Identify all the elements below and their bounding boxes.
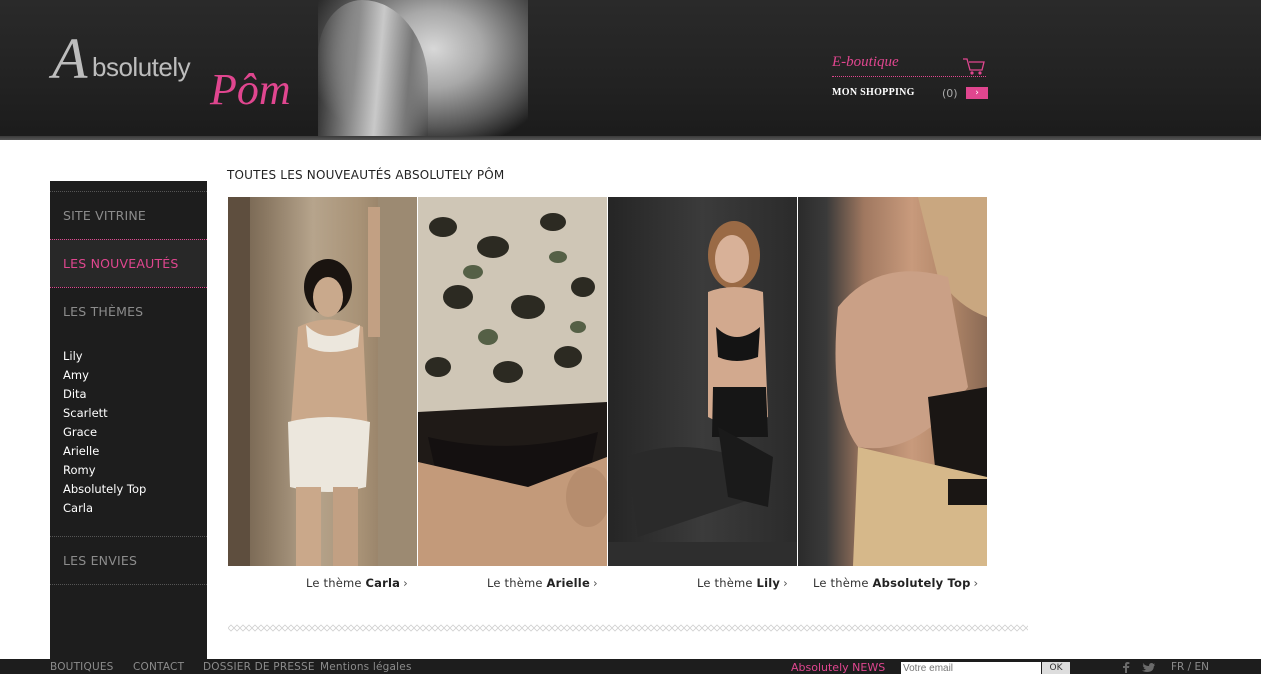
theme-link-absolutely-top[interactable]: Absolutely Top	[63, 480, 146, 499]
sidebar-divider	[50, 584, 207, 585]
caption-theme-name: Carla	[365, 576, 401, 590]
theme-link-scarlett[interactable]: Scarlett	[63, 404, 146, 423]
sidebar-active-divider	[50, 287, 207, 288]
caption-theme-name: Lily	[756, 576, 781, 590]
eboutique-divider	[832, 76, 986, 77]
lily-photo-illustration	[608, 221, 797, 566]
mon-shopping-label[interactable]: MON SHOPPING	[832, 87, 915, 98]
chevron-right-icon: ›	[592, 576, 598, 590]
theme-photo-carla[interactable]	[228, 197, 417, 566]
theme-caption-arielle[interactable]: Le thème Arielle ›	[487, 576, 598, 590]
sidebar: SITE VITRINE LES NOUVEAUTÉS LES THÈMES L…	[50, 181, 207, 659]
facebook-icon[interactable]	[1121, 661, 1131, 673]
caption-prefix: Le thème	[697, 576, 753, 590]
footer-link-contact[interactable]: CONTACT	[133, 661, 184, 673]
decorative-divider	[228, 624, 1028, 632]
logo[interactable]: A bsolutely Pôm	[52, 26, 322, 114]
theme-link-grace[interactable]: Grace	[63, 423, 146, 442]
caption-prefix: Le thème	[487, 576, 543, 590]
caption-theme-name: Absolutely Top	[872, 576, 971, 590]
sidebar-divider	[50, 191, 207, 192]
theme-link-dita[interactable]: Dita	[63, 385, 146, 404]
footer-link-boutiques[interactable]: BOUTIQUES	[50, 661, 114, 673]
cart-icon[interactable]	[962, 56, 986, 76]
header-model-hair	[318, 0, 428, 140]
logo-word-pom: Pôm	[210, 65, 291, 114]
newsletter-email-input[interactable]	[901, 662, 1041, 674]
caption-prefix: Le thème	[813, 576, 869, 590]
theme-photo-absolutely-top[interactable]	[798, 197, 987, 566]
header-model-photo	[318, 0, 528, 140]
chevron-right-icon: ›	[973, 576, 979, 590]
twitter-icon[interactable]	[1141, 661, 1155, 673]
sidebar-active-divider	[50, 239, 207, 240]
theme-link-romy[interactable]: Romy	[63, 461, 146, 480]
footer-link-mentions-legales[interactable]: Mentions légales	[320, 661, 412, 673]
eboutique-panel: E-boutique MON SHOPPING (0) ›	[832, 54, 988, 100]
footer-link-dossier-de-presse[interactable]: DOSSIER DE PRESSE	[203, 661, 315, 673]
logo-initial: A	[52, 26, 88, 91]
caption-theme-name: Arielle	[546, 576, 590, 590]
arielle-photo-illustration	[418, 197, 607, 566]
sidebar-item-les-nouveautes[interactable]: LES NOUVEAUTÉS	[63, 256, 179, 271]
theme-list: Lily Amy Dita Scarlett Grace Arielle Rom…	[63, 347, 146, 518]
carla-photo-illustration	[228, 197, 417, 566]
sidebar-item-site-vitrine[interactable]: SITE VITRINE	[63, 208, 146, 223]
theme-caption-lily[interactable]: Le thème Lily ›	[697, 576, 788, 590]
header: A bsolutely Pôm E-boutique MON SHOPPING …	[0, 0, 1261, 140]
theme-link-arielle[interactable]: Arielle	[63, 442, 146, 461]
cart-count: (0)	[942, 87, 958, 100]
theme-link-lily[interactable]: Lily	[63, 347, 146, 366]
page-title: TOUTES LES NOUVEAUTÉS ABSOLUTELY PÔM	[227, 168, 505, 182]
logo-word-absolutely: bsolutely	[92, 52, 191, 82]
sidebar-item-les-envies[interactable]: LES ENVIES	[63, 553, 137, 568]
language-switch[interactable]: FR / EN	[1171, 661, 1209, 673]
theme-caption-absolutely-top[interactable]: Le thème Absolutely Top ›	[813, 576, 978, 590]
chevron-right-icon: ›	[403, 576, 408, 590]
theme-caption-carla[interactable]: Le thème Carla ›	[306, 576, 408, 590]
footer: BOUTIQUES CONTACT DOSSIER DE PRESSE Ment…	[0, 659, 1261, 674]
theme-photo-arielle[interactable]	[418, 197, 607, 566]
theme-photo-strip	[228, 197, 988, 566]
chevron-right-icon: ›	[783, 576, 788, 590]
newsletter-ok-button[interactable]: OK	[1042, 662, 1070, 674]
cart-arrow-button[interactable]: ›	[966, 87, 988, 99]
absolutely-top-photo-illustration	[835, 197, 987, 566]
theme-link-amy[interactable]: Amy	[63, 366, 146, 385]
sidebar-divider	[50, 536, 207, 537]
caption-prefix: Le thème	[306, 576, 362, 590]
theme-link-carla[interactable]: Carla	[63, 499, 146, 518]
sidebar-item-les-themes[interactable]: LES THÈMES	[63, 304, 143, 319]
newsletter-label: Absolutely NEWS	[791, 661, 886, 674]
theme-photo-lily[interactable]	[608, 197, 797, 566]
